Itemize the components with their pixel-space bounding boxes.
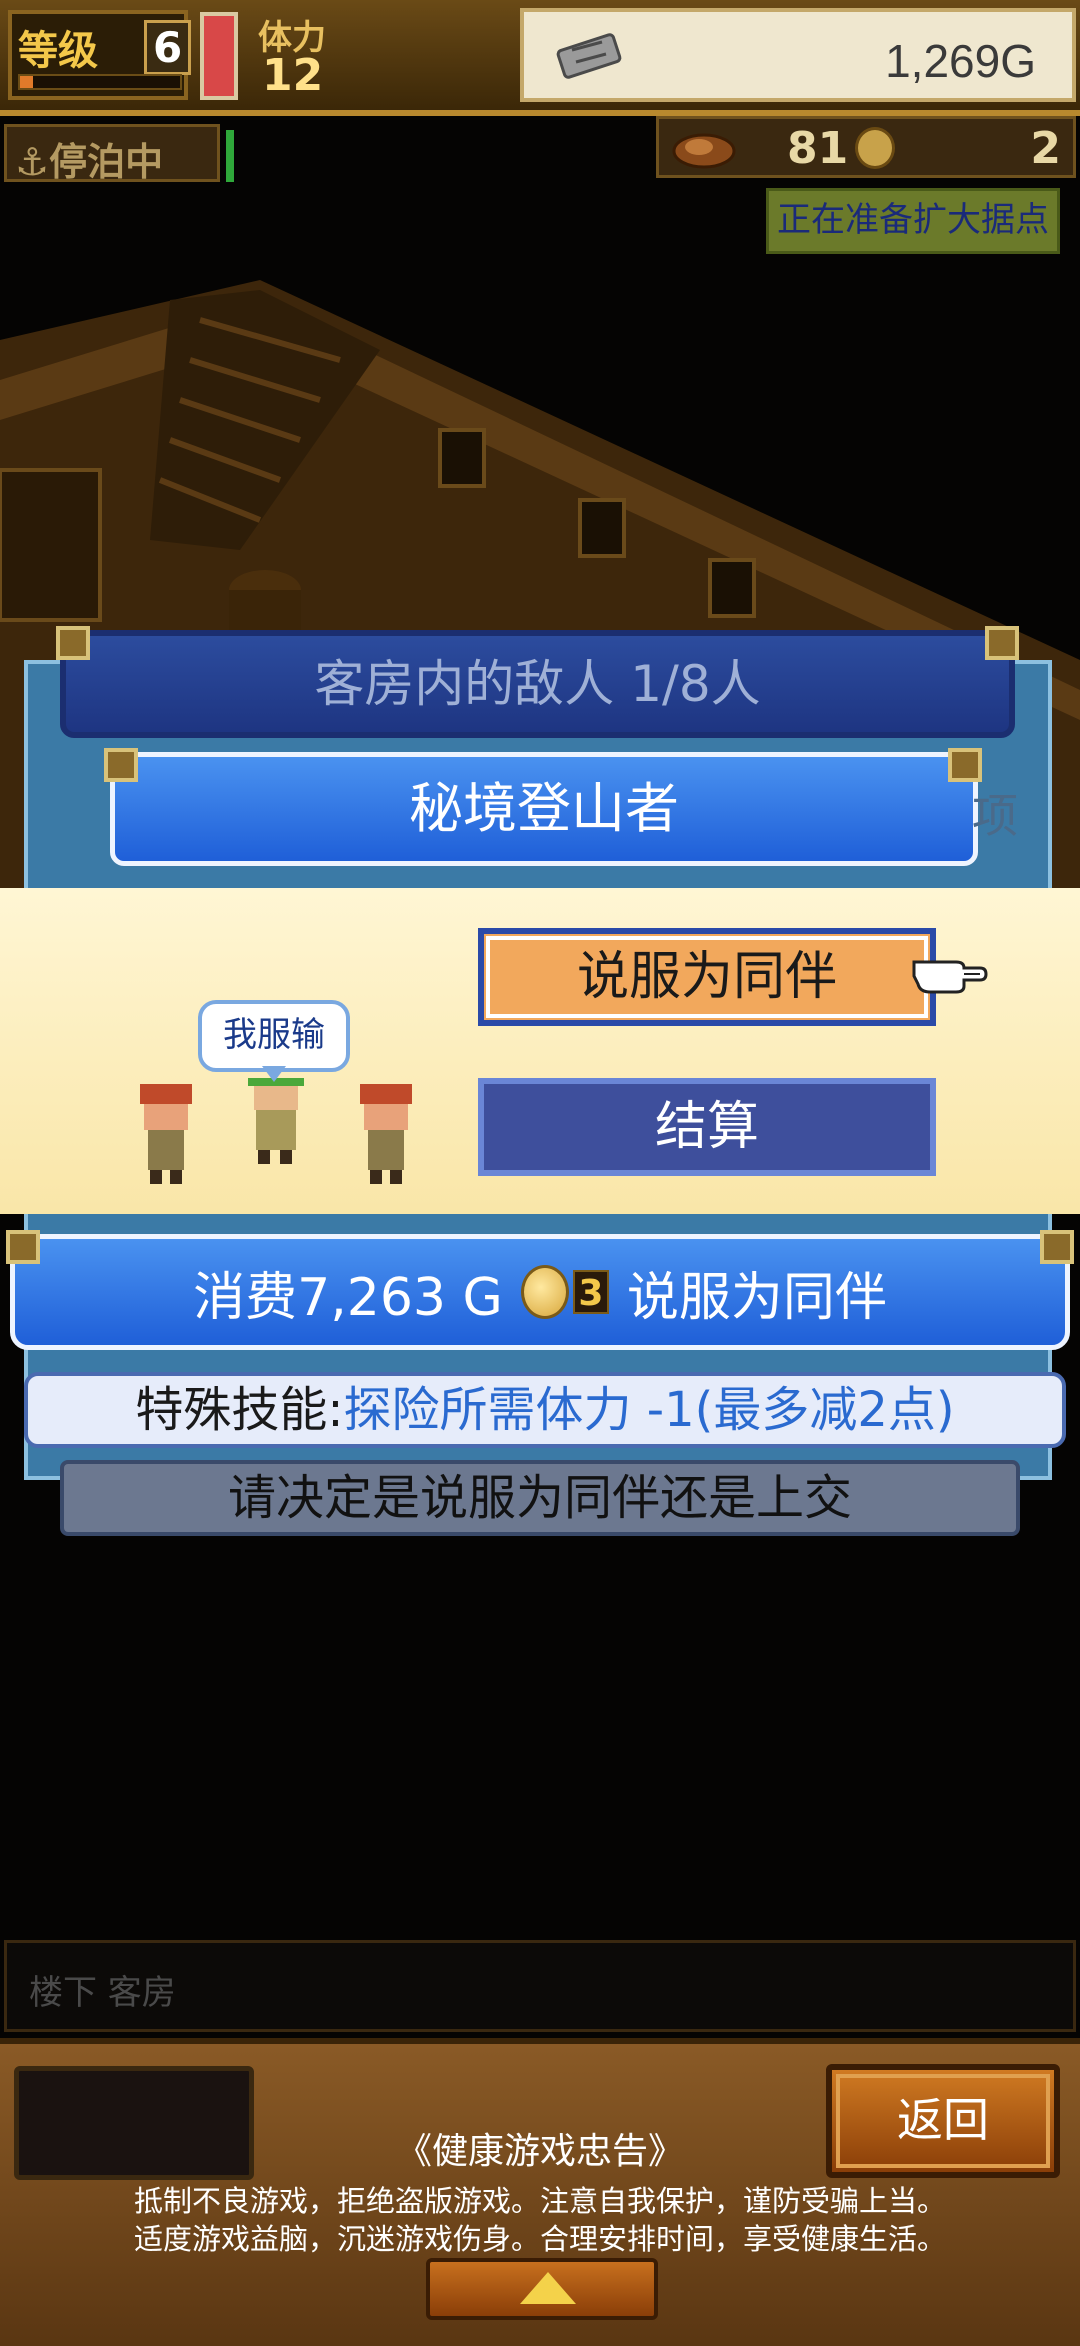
frame-corner-ornament: [56, 626, 90, 660]
speech-bubble: 我服输: [198, 1000, 350, 1072]
expand-up-button[interactable]: [426, 2258, 658, 2320]
level-value: 6: [144, 20, 192, 75]
signal-indicator: [226, 130, 234, 182]
up-arrow-icon: [520, 2272, 576, 2304]
expansion-notice: 正在准备扩大据点: [766, 188, 1060, 254]
frame-corner-ornament: [6, 1230, 40, 1264]
character-sprite-center: [248, 1078, 304, 1164]
characters-sprites: [140, 1078, 412, 1184]
persuade-button[interactable]: 说服为同伴: [478, 928, 936, 1026]
persuade-cost-content: 消费7,263 G 3 说服为同伴: [15, 1239, 1065, 1345]
coin-icon: [520, 1265, 569, 1319]
health-notice-line-1: 抵制不良游戏，拒绝盗版游戏。注意自我保护，谨防受骗上当。: [133, 2184, 946, 2218]
resource-panel: 81 2: [656, 116, 1076, 178]
skill-label: 特殊技能:: [135, 1382, 344, 1438]
enemy-count-header: 客房内的敌人 1/8人: [60, 630, 1015, 738]
gold-value: 1,269G: [885, 35, 1036, 87]
docked-status-label: 停泊中: [49, 140, 164, 184]
resource-value-1: 81: [787, 123, 849, 174]
enemy-count-text: 客房内的敌人 1/8人: [314, 655, 761, 713]
level-label: 等级: [18, 28, 98, 74]
character-sprite-right: [360, 1084, 412, 1184]
frame-corner-ornament: [985, 626, 1019, 660]
coin-icon: [855, 127, 895, 169]
frame-corner-ornament: [1040, 1230, 1074, 1264]
background-list-text: 项: [972, 789, 1018, 843]
location-text: 楼下 客房: [29, 1973, 176, 2013]
pointer-hand-icon: [912, 960, 988, 994]
speech-bubble-tail: [262, 1066, 286, 1082]
frame-corner-ornament: [104, 748, 138, 782]
character-sprite-left: [140, 1084, 192, 1184]
persuade-cost-banner[interactable]: 消费7,263 G 3 说服为同伴: [10, 1234, 1070, 1350]
instruction-text: 请决定是说服为同伴还是上交: [60, 1460, 1020, 1536]
frame-corner-ornament: [948, 748, 982, 782]
coin-cost: 3: [520, 1265, 609, 1319]
stamina-panel: 体力 12: [252, 10, 512, 101]
stamina-value: 12: [262, 50, 324, 101]
anchor-icon: ⚓: [15, 140, 50, 184]
cost-prefix: 消费7,263 G: [193, 1267, 503, 1328]
docked-status[interactable]: ⚓停泊中: [4, 124, 220, 184]
resource-value-2: 2: [1030, 123, 1061, 174]
coin-count: 3: [572, 1270, 609, 1314]
ship-icon: [672, 133, 736, 169]
ticket-icon: [556, 33, 622, 79]
level-progress-bar: [18, 74, 182, 90]
stamina-gauge-fill: [204, 16, 234, 96]
enemy-name: 秘境登山者: [409, 777, 679, 840]
skill-description: 探险所需体力 -1(最多减2点): [343, 1382, 955, 1438]
gold-panel[interactable]: 1,269G: [520, 8, 1076, 102]
special-skill-line: 特殊技能:探险所需体力 -1(最多减2点): [24, 1372, 1066, 1448]
cost-action: 说服为同伴: [626, 1267, 887, 1328]
health-notice-line-2: 适度游戏益脑，沉迷游戏伤身。合理安排时间，享受健康生活。: [133, 2222, 946, 2256]
level-progress-fill: [20, 76, 33, 88]
settle-button[interactable]: 结算: [478, 1078, 936, 1176]
location-bar: 楼下 客房: [4, 1940, 1076, 2032]
level-panel: 等级 6: [8, 10, 192, 100]
docked-status-text: ⚓停泊中: [15, 131, 163, 186]
enemy-name-banner: 秘境登山者: [110, 752, 978, 866]
stamina-gauge: [200, 12, 238, 100]
health-notice-title: 《健康游戏忠告》: [395, 2131, 684, 2172]
